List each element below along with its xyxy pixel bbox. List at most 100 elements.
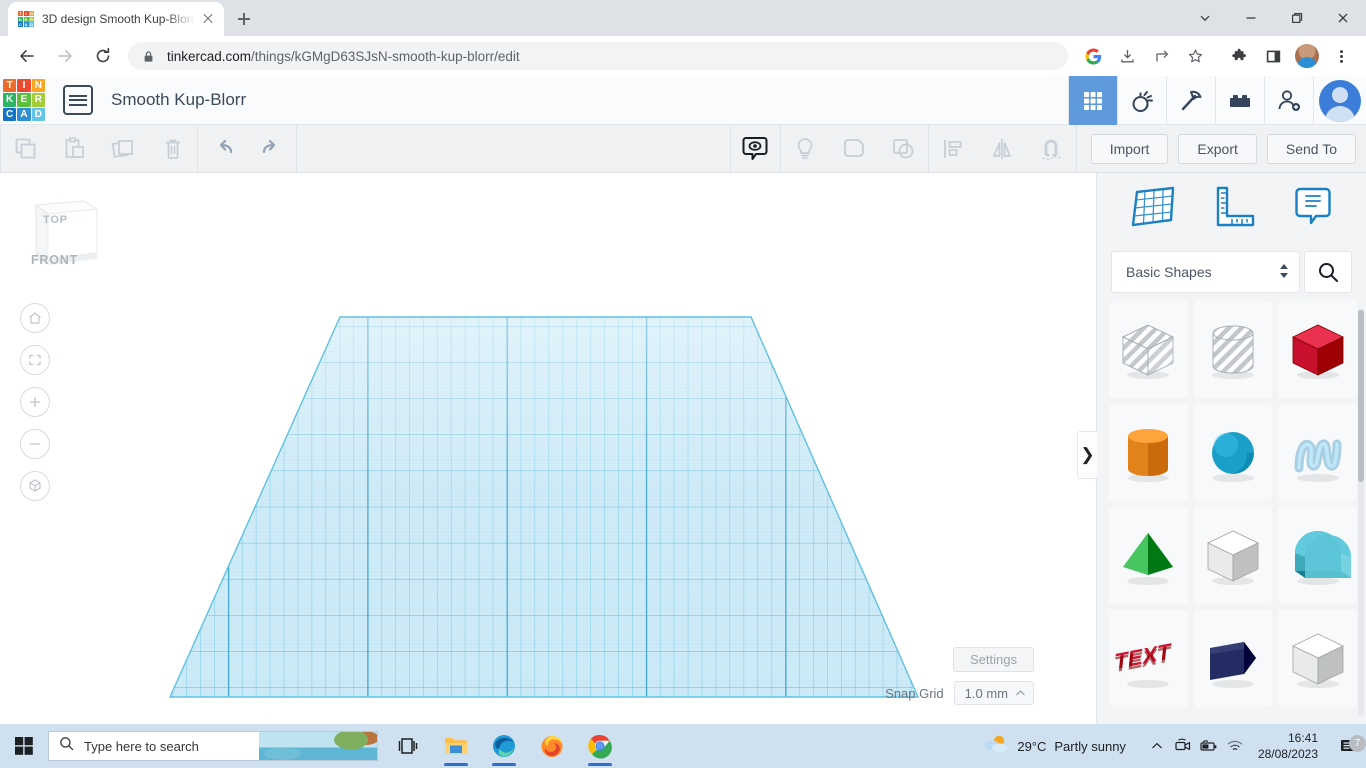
logo-tile: D (32, 108, 45, 121)
tab-search-chevron-icon[interactable] (1182, 2, 1228, 34)
ruler-tool-icon[interactable] (1208, 182, 1260, 237)
logo-tile: K (3, 93, 16, 106)
workplane-tool-icon[interactable] (1125, 182, 1181, 237)
taskbar-search-box[interactable]: Type here to search (48, 731, 378, 761)
forward-arrow-icon[interactable] (50, 41, 80, 71)
perspective-toggle-button[interactable] (20, 471, 50, 501)
shape-search-button[interactable] (1304, 251, 1352, 293)
zoom-out-button[interactable] (20, 429, 50, 459)
view-cube[interactable]: TOP FRONT (22, 189, 104, 271)
panel-collapse-button[interactable]: ❯ (1077, 431, 1097, 479)
microsoft-edge-icon[interactable] (480, 724, 528, 768)
sidebar-panel-icon[interactable] (1258, 41, 1288, 71)
3d-viewport[interactable]: Workplane TOP FRONT (0, 173, 1096, 724)
tab-close-icon[interactable] (200, 11, 216, 27)
shape-box-white[interactable] (1194, 507, 1273, 604)
copy-icon[interactable] (1, 125, 50, 173)
google-icon[interactable] (1078, 41, 1108, 71)
search-icon (59, 736, 74, 756)
mirror-flip-icon[interactable] (978, 125, 1027, 173)
design-grid-icon[interactable] (1068, 76, 1117, 125)
send-to-button[interactable]: Send To (1267, 134, 1356, 164)
shape-scribble[interactable] (1278, 404, 1357, 501)
chrome-menu-icon[interactable] (1326, 41, 1356, 71)
minecraft-pickaxe-icon[interactable] (1166, 76, 1215, 125)
firefox-icon[interactable] (528, 724, 576, 768)
user-avatar[interactable] (1313, 76, 1366, 125)
extensions-puzzle-icon[interactable] (1224, 41, 1254, 71)
redo-icon[interactable] (247, 125, 296, 173)
magnet-snap-icon[interactable] (1027, 125, 1076, 173)
zoom-in-button[interactable] (20, 387, 50, 417)
shape-sphere[interactable] (1194, 404, 1273, 501)
new-tab-button[interactable] (230, 5, 258, 33)
undo-icon[interactable] (198, 125, 247, 173)
snap-grid-dropdown[interactable]: 1.0 mm (954, 681, 1034, 705)
export-button[interactable]: Export (1178, 134, 1256, 164)
viewcube-front-label[interactable]: FRONT (31, 253, 78, 267)
shape-wedge[interactable] (1194, 610, 1273, 707)
taskbar-clock[interactable]: 16:41 28/08/2023 (1258, 730, 1318, 762)
align-icon[interactable] (929, 125, 978, 173)
battery-icon[interactable] (1196, 739, 1222, 753)
file-explorer-icon[interactable] (432, 724, 480, 768)
lego-brick-icon[interactable] (1215, 76, 1264, 125)
share-icon[interactable] (1146, 41, 1176, 71)
wifi-icon[interactable] (1222, 739, 1248, 753)
google-chrome-icon[interactable] (576, 724, 624, 768)
address-bar[interactable]: tinkercad.com/things/kGMgD63SJsN-smooth-… (128, 42, 1068, 70)
shape-box-red[interactable] (1278, 301, 1357, 398)
show-hidden-icons-chevron[interactable] (1144, 739, 1170, 753)
clock-date: 28/08/2023 (1258, 746, 1318, 762)
bookmark-star-icon[interactable] (1180, 41, 1210, 71)
show-hide-eye-icon[interactable] (731, 125, 780, 173)
shape-cylinder[interactable] (1109, 404, 1188, 501)
maximize-button[interactable] (1274, 2, 1320, 34)
favicon-tile: R (29, 17, 34, 22)
shape-library-value: Basic Shapes (1126, 264, 1212, 280)
shape-roof[interactable] (1278, 507, 1357, 604)
tab-title: 3D design Smooth Kup-Blorr | Tin (42, 12, 196, 26)
group-shape-icon[interactable] (830, 125, 879, 173)
paste-icon[interactable] (50, 125, 99, 173)
light-bulb-icon[interactable] (781, 125, 830, 173)
workplane-haze (170, 317, 918, 697)
shape-pyramid[interactable] (1109, 507, 1188, 604)
fit-all-button[interactable] (20, 345, 50, 375)
invite-people-icon[interactable] (1264, 76, 1313, 125)
import-button[interactable]: Import (1091, 134, 1169, 164)
task-view-icon[interactable] (384, 724, 432, 768)
notification-center-button[interactable]: 7 (1332, 736, 1366, 756)
shape-box-white2[interactable] (1278, 610, 1357, 707)
note-tool-icon[interactable] (1287, 182, 1339, 237)
download-icon[interactable] (1112, 41, 1142, 71)
logo-tile: A (17, 108, 30, 121)
viewcube-top-label[interactable]: TOP (43, 214, 68, 226)
profile-avatar[interactable] (1295, 44, 1319, 68)
back-arrow-icon[interactable] (12, 41, 42, 71)
ungroup-shape-icon[interactable] (879, 125, 928, 173)
camera-privacy-icon[interactable] (1170, 738, 1196, 754)
shape-cylinder-hole[interactable] (1194, 301, 1273, 398)
duplicate-icon[interactable] (99, 125, 148, 173)
shape-panel-scrollbar-thumb[interactable] (1358, 310, 1364, 482)
shape-library-select[interactable]: Basic Shapes (1111, 251, 1300, 293)
close-button[interactable] (1320, 2, 1366, 34)
codeblocks-icon[interactable] (1117, 76, 1166, 125)
design-menu-button[interactable] (63, 85, 93, 115)
home-view-button[interactable] (20, 303, 50, 333)
browser-tab[interactable]: TINKERCAD 3D design Smooth Kup-Blorr | T… (8, 2, 224, 36)
minimize-button[interactable] (1228, 2, 1274, 34)
reload-icon[interactable] (88, 41, 118, 71)
tinkercad-logo[interactable]: TINKERCAD (3, 79, 45, 121)
favicon-tile: C (18, 22, 23, 27)
favicon-tile: A (24, 22, 29, 27)
shape-text[interactable]: TEXT TEXT (1109, 610, 1188, 707)
viewport-settings-button[interactable]: Settings (953, 647, 1034, 672)
weather-temperature: 29°C (1017, 739, 1046, 754)
workplane-grid[interactable]: Workplane (0, 173, 1096, 724)
windows-start-icon[interactable] (0, 724, 48, 768)
shape-box-hole[interactable] (1109, 301, 1188, 398)
weather-widget[interactable]: 29°C Partly sunny (983, 733, 1126, 760)
delete-trash-icon[interactable] (148, 125, 197, 173)
